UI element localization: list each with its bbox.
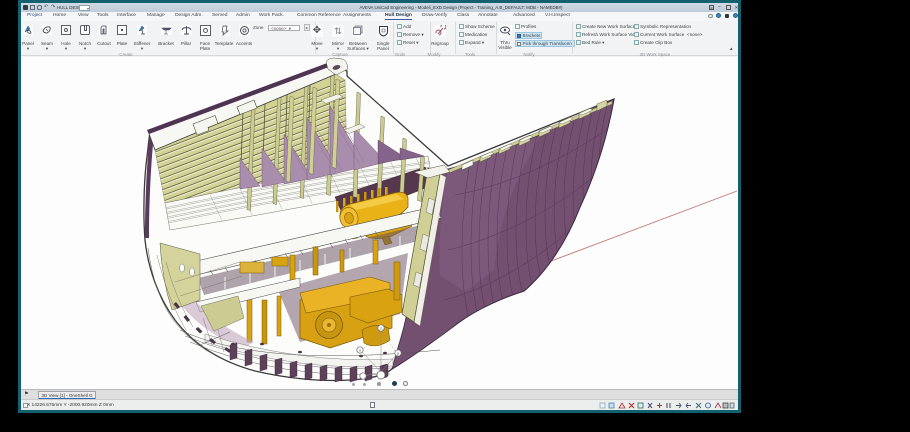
- svg-text:x: x: [359, 348, 361, 353]
- svg-text:z: z: [380, 326, 382, 331]
- svg-text:y: y: [397, 351, 399, 356]
